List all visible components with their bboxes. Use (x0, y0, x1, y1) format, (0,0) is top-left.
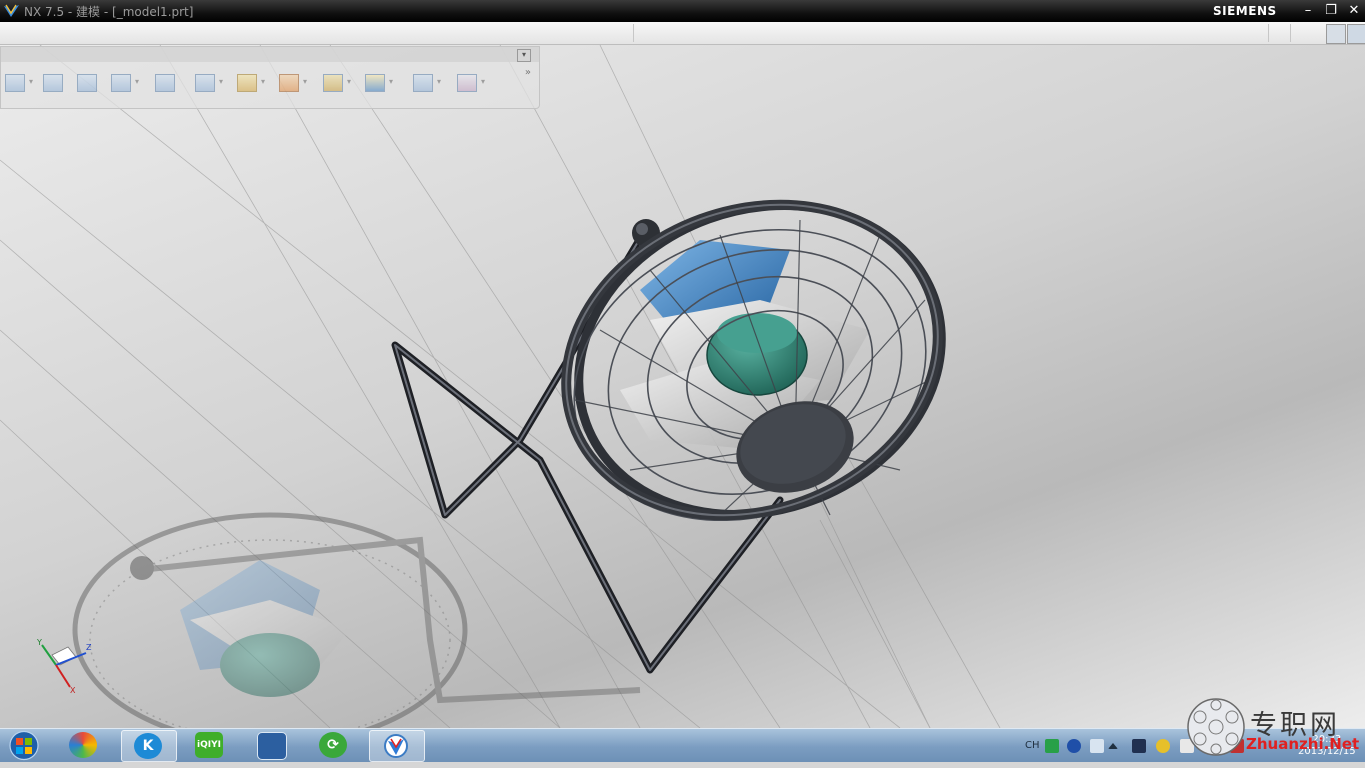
view-mode-icon[interactable] (1326, 24, 1346, 44)
fullscreen-icon[interactable] (1347, 24, 1365, 44)
menu-divider (633, 24, 634, 42)
surface-icon[interactable]: ▾ (411, 71, 441, 95)
triad-x-label: X (70, 686, 76, 695)
kugou-music-icon: K (134, 733, 162, 759)
taskbar-app-iqiyi[interactable]: iQIYI (183, 730, 237, 760)
coordinate-triad: Y Z X (36, 638, 92, 695)
toolbar-overflow-button[interactable]: » (525, 67, 531, 78)
chamfer-icon[interactable]: ▾ (277, 71, 307, 95)
windows-taskbar: K iQIYI ⟳ CH 20:33 2013/12/15 (0, 728, 1365, 762)
pattern-icon[interactable]: ▾ (363, 71, 393, 95)
taskbar-app-kugou[interactable]: K (121, 730, 177, 762)
taskbar-app-nx[interactable] (369, 730, 425, 762)
background-grid (0, 45, 1001, 728)
snap-point-icon[interactable]: ▾ (455, 71, 485, 95)
restore-button[interactable]: ❐ (1321, 2, 1341, 20)
toolbar-grip[interactable]: ▾ (1, 47, 539, 62)
datum-plane-icon[interactable] (41, 71, 65, 95)
graphics-viewport[interactable]: Y Z X (0, 45, 1365, 728)
sogou-input-icon[interactable] (1045, 739, 1059, 753)
iqiyi-icon: iQIYI (195, 732, 223, 758)
triad-y-label: Y (36, 638, 42, 647)
shell-icon[interactable]: ▾ (321, 71, 351, 95)
datum-csys-icon[interactable] (75, 71, 99, 95)
minimize-button[interactable]: – (1298, 2, 1318, 20)
taskbar-app-sync[interactable]: ⟳ (307, 730, 361, 760)
video-player-icon (257, 732, 287, 760)
help-icon[interactable] (1067, 739, 1081, 753)
nx-app-icon (382, 733, 410, 759)
sketch-icon[interactable]: ▾ (3, 71, 33, 95)
taskbar-app-360[interactable] (57, 730, 111, 760)
hole-icon[interactable]: ▾ (193, 71, 223, 95)
soccer-ball-logo-icon (1187, 698, 1245, 756)
menu-divider (1268, 24, 1269, 42)
show-hidden-icons-icon[interactable] (1108, 743, 1118, 749)
edge-blend-icon[interactable]: ▾ (235, 71, 265, 95)
feature-toolbar: ▾ ▾ ▾ ▾ ▾ ▾ ▾ ▾ ▾ ▾ » (0, 46, 540, 109)
menu-strip (0, 22, 1365, 45)
siemens-brand: SIEMENS (1213, 4, 1277, 18)
menu-divider (1290, 24, 1291, 42)
watermark-english: Zhuanzhi.Net (1246, 735, 1360, 753)
taskbar-app-video[interactable] (245, 730, 299, 760)
network-icon[interactable] (1132, 739, 1146, 753)
fan-reflection (72, 512, 641, 728)
fan-body (561, 199, 946, 522)
extrude-icon[interactable]: ▾ (109, 71, 139, 95)
fan-model-scene (0, 45, 1001, 728)
refresh-sync-icon: ⟳ (319, 732, 347, 758)
360-safeguard-icon (69, 732, 97, 758)
security-center-icon[interactable] (1156, 739, 1170, 753)
title-bar: NX 7.5 - 建模 - [_model1.prt] SIEMENS – ❐ … (0, 0, 1365, 22)
nx-logo-icon (4, 4, 19, 17)
language-indicator[interactable]: CH (1025, 740, 1040, 751)
start-button[interactable] (4, 730, 44, 761)
close-button[interactable]: ✕ (1344, 2, 1364, 20)
site-watermark: 专职网 Zhuanzhi.Net (1186, 697, 1365, 761)
triad-z-label: Z (86, 643, 92, 652)
window-title: NX 7.5 - 建模 - [_model1.prt] (24, 5, 194, 19)
revolve-icon[interactable] (153, 71, 177, 95)
input-options-icon[interactable] (1090, 739, 1104, 753)
toolbar-options-button[interactable]: ▾ (517, 49, 531, 62)
